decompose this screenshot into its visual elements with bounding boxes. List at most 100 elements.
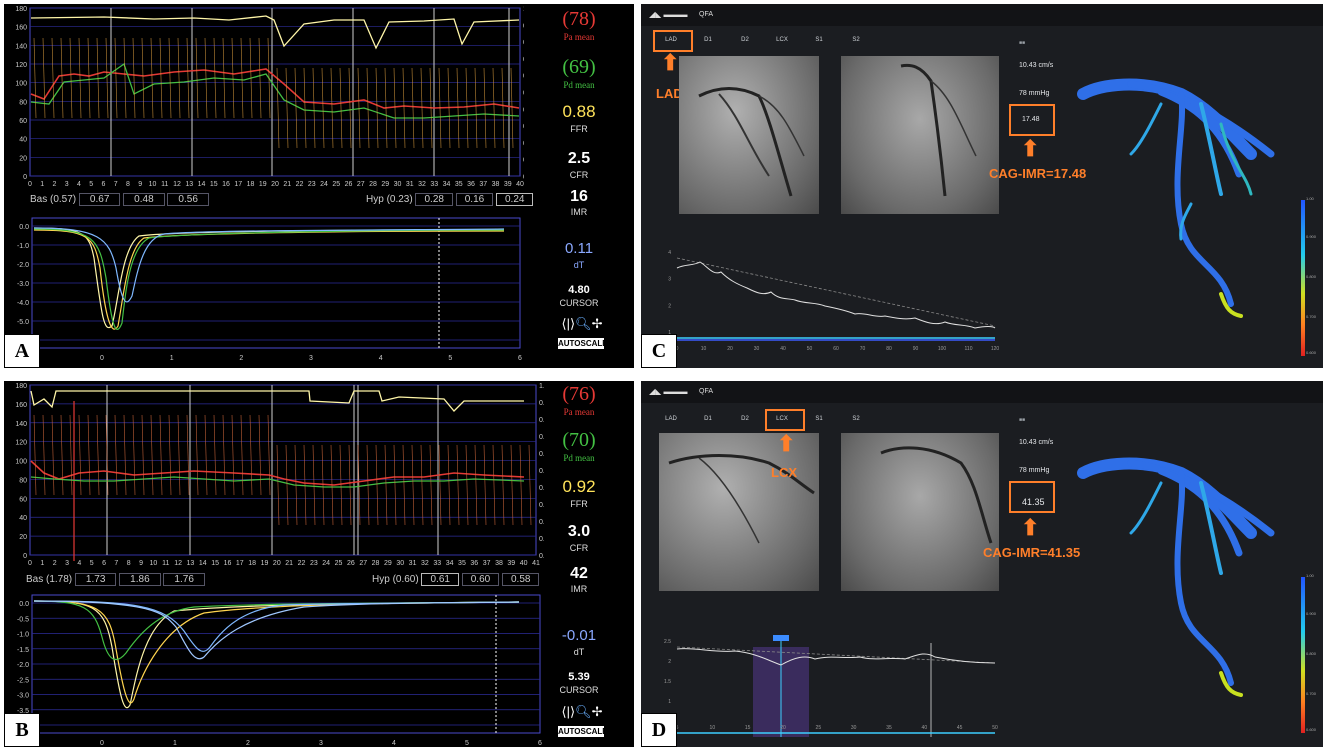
x-tick: 27	[357, 181, 365, 188]
x-tick: 28	[372, 560, 380, 566]
x-tick: 3	[65, 560, 69, 566]
x-tick: 40	[516, 181, 524, 188]
panel-d: ◢◣ ▬▬▬ QFA LAD D1 D2 LCX S1 S2 ⬆ LCX ■■ 10.43…	[641, 381, 1323, 747]
tab-s1[interactable]: S1	[807, 37, 831, 43]
bas-label: Bas	[30, 194, 48, 205]
zoom-pan-controls[interactable]: ⟨|⟩🔍︎✢	[554, 704, 610, 720]
x-tick: 39	[504, 181, 512, 188]
x-tick: 26	[345, 181, 353, 188]
imr-label: IMR	[570, 584, 588, 594]
bottom-y-tick: -2.0	[17, 662, 29, 669]
bottom-y-tick: -3.0	[17, 281, 29, 288]
imr-label: IMR	[570, 207, 588, 217]
tab-lcx[interactable]: LCX	[770, 37, 794, 43]
x-tick: 31	[409, 560, 417, 566]
tab-d1[interactable]: D1	[696, 37, 720, 43]
profile-x-tick: 40	[922, 725, 928, 731]
selected-tab-highlight	[653, 30, 693, 52]
left-y-tick: 160	[15, 402, 27, 409]
x-tick: 1	[40, 560, 44, 566]
x-tick: 7	[114, 560, 118, 566]
panel-b-bottom-chart: 0.0-0.5-1.0-1.5-2.0-2.5-3.0-3.5-4.0 0123…	[17, 594, 542, 747]
hyp-value: (0.23)	[386, 194, 413, 205]
magnifier-icon[interactable]: 🔍︎	[575, 704, 592, 719]
tab-s2[interactable]: S2	[844, 416, 868, 422]
app-title: QFA	[699, 388, 714, 395]
tab-s1[interactable]: S1	[807, 416, 831, 422]
x-tick: 9	[139, 560, 143, 566]
vessel-arrow-label: LCX	[771, 465, 797, 480]
tab-d2[interactable]: D2	[733, 37, 757, 43]
move-icon[interactable]: ✢	[592, 704, 603, 719]
dt-label: dT	[573, 260, 585, 270]
cfr-label: CFR	[569, 170, 589, 180]
ffr-label: FFR	[570, 499, 588, 509]
cursor-label: CURSOR	[559, 685, 599, 695]
resize-icon[interactable]: ⟨|⟩	[562, 316, 576, 331]
hyp-label: Hyp	[372, 574, 390, 585]
x-tick: 23	[308, 181, 316, 188]
x-tick: 16	[222, 181, 230, 188]
zoom-pan-controls[interactable]: ⟨|⟩🔍︎✢	[554, 316, 610, 332]
profile-x-tick: 35	[886, 725, 892, 731]
x-tick: 8	[126, 181, 130, 188]
autoscale-button[interactable]: AUTOSCALE	[557, 725, 608, 738]
bottom-x-tick: 5	[448, 355, 452, 362]
panel-label-b: B	[4, 713, 40, 747]
x-tick: 5	[90, 560, 94, 566]
resize-icon[interactable]: ⟨|⟩	[562, 704, 576, 719]
move-icon[interactable]: ✢	[592, 316, 603, 331]
x-tick: 14	[198, 181, 206, 188]
hyp-label: Hyp	[366, 194, 384, 205]
left-y-tick: 180	[15, 6, 27, 13]
flow-velocity-label: ■■	[1019, 417, 1026, 423]
profile-x-tick: 45	[957, 725, 963, 731]
x-tick: 30	[394, 181, 402, 188]
profile-x-tick: 100	[938, 346, 947, 352]
cag-imr-annotation: CAG-IMR=41.35	[983, 545, 1081, 560]
left-y-tick: 80	[19, 477, 27, 484]
panel-b: 180160140120100806040200 1.000.900.800.7…	[4, 381, 634, 747]
cursor-value: 5.39	[568, 671, 590, 683]
profile-x-tick: 110	[965, 346, 973, 352]
ffr-value: 0.92	[562, 477, 596, 496]
profile-x-tick: 40	[780, 346, 786, 352]
tab-d2[interactable]: D2	[733, 416, 757, 422]
flow-velocity-value: 10.43 cm/s	[1019, 62, 1054, 69]
x-tick: 36	[470, 560, 478, 566]
profile-y-tick: 1	[668, 699, 671, 705]
bottom-x-tick: 5	[465, 740, 469, 747]
x-tick: 0	[28, 560, 32, 566]
bottom-x-tick: 2	[239, 355, 243, 362]
diameter-profile-chart: 43210 10 20 30 40 50 60 70 80 90 100 110 120	[668, 250, 999, 352]
x-tick: 7	[114, 181, 118, 188]
bas-1: 1.73	[74, 573, 117, 586]
bottom-x-tick: 3	[309, 355, 313, 362]
logo-icon: ◢◣ ▬▬▬	[649, 387, 688, 396]
tab-lad[interactable]: LAD	[659, 416, 683, 422]
hyp-1: 0.61	[421, 573, 459, 586]
left-y-tick: 20	[19, 155, 27, 162]
dt-value: -0.01	[561, 627, 597, 644]
autoscale-button[interactable]: AUTOSCALE	[557, 337, 608, 350]
x-tick: 18	[247, 181, 255, 188]
x-tick: 0	[28, 181, 32, 188]
tab-s2[interactable]: S2	[844, 37, 868, 43]
angio-image-1	[679, 56, 819, 214]
bas-value: (0.57)	[50, 194, 77, 205]
x-tick: 33	[430, 181, 438, 188]
imr-value: 16	[570, 188, 588, 205]
magnifier-icon[interactable]: 🔍︎	[575, 316, 592, 331]
left-y-tick: 100	[15, 81, 27, 88]
bas-label: Bas	[26, 574, 44, 585]
arrow-up-icon: ⬆	[1021, 136, 1040, 161]
imr-highlight	[1009, 104, 1055, 136]
diameter-curve	[676, 261, 996, 329]
panel-a-bottom-chart: 0.0-1.0-2.0-3.0-4.0-5.0-6.0 0123456	[17, 217, 522, 362]
x-tick: 15	[211, 560, 219, 566]
tab-d1[interactable]: D1	[696, 416, 720, 422]
x-tick: 16	[224, 560, 232, 566]
bottom-y-tick: 0.0	[19, 224, 29, 231]
profile-x-tick: 20	[727, 346, 733, 352]
profile-y-tick: 4	[668, 250, 671, 256]
